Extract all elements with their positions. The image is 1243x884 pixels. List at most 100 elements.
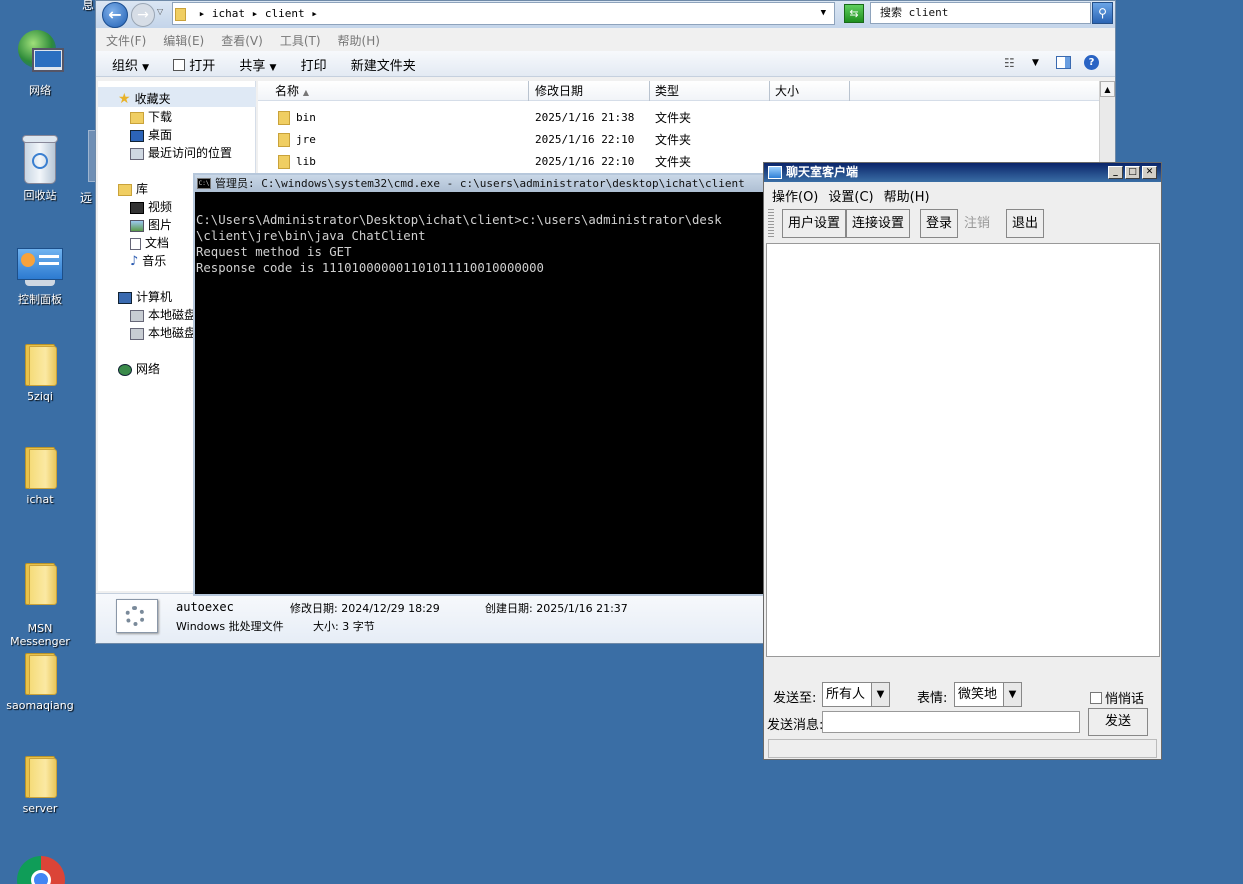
nav-label: 本地磁盘 <box>148 326 197 340</box>
share-button[interactable]: 共享 ▼ <box>239 55 276 74</box>
file-name: lib <box>296 155 316 168</box>
desktop-icon-saomaqiang[interactable]: saomaqiang <box>4 649 76 712</box>
star-icon: ★ <box>118 91 131 107</box>
login-button[interactable]: 登录 <box>920 209 959 238</box>
nav-favorites[interactable]: ★ 收藏夹 <box>118 90 171 107</box>
desktop-icon-network[interactable]: 网络 <box>4 30 76 97</box>
whisper-checkbox[interactable]: 悄悄话 <box>1090 688 1144 707</box>
chevron-down-icon[interactable]: ▼ <box>1032 58 1039 68</box>
help-icon[interactable]: ? <box>1084 55 1099 70</box>
menu-view[interactable]: 查看(V) <box>221 34 263 48</box>
column-type[interactable]: 类型 <box>650 81 770 101</box>
menu-settings[interactable]: 设置(C) <box>828 190 873 205</box>
nav-documents[interactable]: 文档 <box>130 234 169 251</box>
menu-operations[interactable]: 操作(O) <box>772 190 818 205</box>
connection-settings-button[interactable]: 连接设置 <box>846 209 911 238</box>
breadcrumb-client[interactable]: client <box>265 7 305 20</box>
desktop-icon-5ziqi[interactable]: 5ziqi <box>4 340 76 403</box>
close-button[interactable]: ✕ <box>1142 166 1157 179</box>
chat-menu-bar: 操作(O) 设置(C) 帮助(H) <box>772 186 930 205</box>
menu-help[interactable]: 帮助(H) <box>884 190 930 205</box>
nav-label: 网络 <box>136 362 161 376</box>
column-size[interactable]: 大小 <box>770 81 850 101</box>
chrome-icon[interactable] <box>17 856 65 884</box>
menu-file[interactable]: 文件(F) <box>106 34 146 48</box>
batch-file-icon <box>116 599 158 633</box>
message-input[interactable] <box>822 711 1080 733</box>
nav-network[interactable]: 网络 <box>118 360 160 377</box>
logout-button[interactable]: 注销 <box>958 209 997 238</box>
chat-toolbar-grip[interactable] <box>768 209 774 238</box>
menu-help[interactable]: 帮助(H) <box>338 34 380 48</box>
history-dropdown[interactable]: ▽ <box>157 7 163 16</box>
chevron-down-icon[interactable]: ▼ <box>821 3 826 24</box>
nav-music[interactable]: ♪ 音乐 <box>130 252 166 269</box>
nav-label: 本地磁盘 <box>148 308 197 322</box>
checkbox-box <box>1090 692 1102 704</box>
desktop-icon-ichat[interactable]: ichat <box>4 443 76 506</box>
scroll-up-arrow[interactable]: ▲ <box>1100 81 1115 97</box>
forward-button[interactable]: → <box>131 3 155 27</box>
open-button[interactable]: 打开 <box>173 55 215 74</box>
new-folder-button[interactable]: 新建文件夹 <box>351 55 416 74</box>
folder-icon <box>23 752 57 798</box>
nav-pictures[interactable]: 图片 <box>130 216 172 233</box>
send-to-value: 所有人 <box>826 687 866 702</box>
column-header: 名称 ▲ 修改日期 类型 大小 <box>258 81 1099 101</box>
file-date: 2025/1/16 21:38 <box>535 111 635 124</box>
nav-libraries[interactable]: 库 <box>118 180 148 197</box>
file-name-cell: lib <box>278 151 316 173</box>
message-display-area[interactable] <box>766 243 1160 657</box>
file-row[interactable]: bin 2025/1/16 21:38 文件夹 <box>258 107 1099 129</box>
desktop-icon-control-panel[interactable]: 控制面板 <box>4 248 76 306</box>
breadcrumb-separator: ▸ <box>311 7 318 20</box>
organize-button[interactable]: 组织 ▼ <box>112 55 149 74</box>
cmd-title: 管理员: C:\windows\system32\cmd.exe - c:\us… <box>215 177 745 190</box>
nav-label: 图片 <box>148 218 173 232</box>
desktop-icon-server[interactable]: server <box>4 752 76 815</box>
details-created: 创建日期: 2025/1/16 21:37 <box>485 602 628 615</box>
refresh-button[interactable]: ⇆ <box>844 4 864 23</box>
nav-local-disk-1[interactable]: 本地磁盘 <box>130 306 196 323</box>
column-name[interactable]: 名称 ▲ <box>270 81 529 101</box>
desktop-partial-label: 远 <box>80 191 93 205</box>
search-button[interactable]: ⚲ <box>1092 2 1113 24</box>
file-type: 文件夹 <box>655 155 692 169</box>
desktop-icon-msn-messenger[interactable]: MSN Messenger <box>4 546 76 648</box>
column-date[interactable]: 修改日期 <box>530 81 650 101</box>
minimize-button[interactable]: _ <box>1108 166 1123 179</box>
back-button[interactable]: ← <box>102 2 128 28</box>
nav-videos[interactable]: 视频 <box>130 198 172 215</box>
nav-desktop[interactable]: 桌面 <box>130 126 172 143</box>
nav-computer[interactable]: 计算机 <box>118 288 172 305</box>
send-to-select[interactable]: 所有人 ▼ <box>822 682 890 707</box>
nav-local-disk-2[interactable]: 本地磁盘 <box>130 324 196 341</box>
desktop-icon <box>130 129 144 142</box>
menu-tools[interactable]: 工具(T) <box>280 34 321 48</box>
search-input[interactable]: 搜索 client <box>870 2 1091 24</box>
maximize-button[interactable]: □ <box>1125 166 1140 179</box>
print-button[interactable]: 打印 <box>301 55 327 74</box>
sort-ascending-icon: ▲ <box>302 88 309 97</box>
breadcrumb-ichat[interactable]: ichat <box>212 7 245 20</box>
user-settings-button[interactable]: 用户设置 <box>782 209 847 238</box>
cmd-title-bar[interactable]: C:\ 管理员: C:\windows\system32\cmd.exe - c… <box>195 175 763 192</box>
menu-edit[interactable]: 编辑(E) <box>163 34 204 48</box>
send-button[interactable]: 发送 <box>1088 708 1148 736</box>
desktop-icon-recycle-bin[interactable]: 回收站 <box>4 135 76 202</box>
details-filename: autoexec <box>176 600 234 614</box>
nav-recent[interactable]: 最近访问的位置 <box>130 144 232 161</box>
chat-title-bar[interactable]: 聊天室客户端 _ □ ✕ <box>764 163 1161 182</box>
library-icon <box>118 183 132 196</box>
recent-places-icon <box>130 147 144 160</box>
details-size: 大小: 3 字节 <box>313 620 375 633</box>
nav-downloads[interactable]: 下载 <box>130 108 172 125</box>
nav-label: 音乐 <box>142 254 167 268</box>
address-bar[interactable]: ▸ ichat ▸ client ▸ ▼ <box>172 2 835 25</box>
exit-button[interactable]: 退出 <box>1006 209 1045 238</box>
preview-pane-icon[interactable] <box>1056 56 1071 69</box>
file-row[interactable]: jre 2025/1/16 22:10 文件夹 <box>258 129 1099 151</box>
cmd-icon: C:\ <box>197 178 211 189</box>
emotion-select[interactable]: 微笑地 ▼ <box>954 682 1022 707</box>
view-options-icon[interactable]: ☷ <box>1004 56 1015 70</box>
